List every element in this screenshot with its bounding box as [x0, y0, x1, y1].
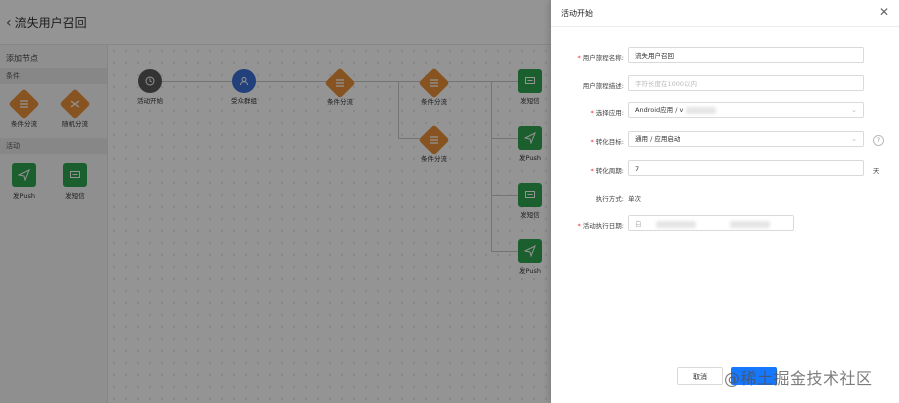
date-text: 白	[635, 220, 642, 228]
drawer-title: 活动开始	[561, 9, 593, 18]
field-label-goal: * 转化目标:	[591, 136, 624, 146]
select-text: Android应用 / v	[635, 106, 684, 114]
app-select-value: Android应用 / v	[635, 102, 717, 118]
label-text: 转化周期:	[595, 167, 624, 175]
required-mark: *	[590, 167, 594, 175]
redacted-text	[686, 106, 717, 114]
field-label-desc: 用户旅程描述:	[582, 82, 624, 90]
select-text: 通用 / 应用启动	[635, 135, 681, 143]
label-text: 用户旅程名称:	[582, 54, 624, 62]
field-label-app: * 选择应用:	[591, 107, 624, 117]
journey-name-input[interactable]: 流失用户召回	[628, 47, 864, 63]
required-mark: *	[590, 138, 594, 146]
field-label-name: * 用户旅程名称:	[578, 52, 624, 62]
redacted-text	[655, 220, 696, 228]
watermark: @稀土掘金技术社区	[724, 369, 873, 388]
period-unit: 天	[873, 167, 880, 175]
conversion-goal-select[interactable]: 通用 / 应用启动 ⌄	[628, 131, 864, 147]
conversion-period-input[interactable]: 7	[628, 160, 864, 176]
redacted-text	[729, 220, 770, 228]
required-mark: *	[590, 109, 594, 117]
field-label-mode: 执行方式:	[595, 195, 624, 203]
execution-date-picker[interactable]: 白	[628, 215, 794, 231]
drawer-header: 活动开始 ✕	[551, 0, 899, 27]
field-label-period: * 转化周期:	[591, 165, 624, 175]
field-label-date: * 活动执行日期:	[578, 220, 624, 230]
close-icon[interactable]: ✕	[879, 5, 889, 19]
label-text: 活动执行日期:	[582, 222, 624, 230]
cancel-button[interactable]: 取消	[677, 367, 723, 385]
label-text: 选择应用:	[595, 109, 624, 117]
help-icon[interactable]: ?	[873, 135, 884, 146]
required-mark: *	[577, 54, 581, 62]
chevron-down-icon: ⌄	[851, 106, 857, 114]
chevron-down-icon: ⌄	[851, 135, 857, 143]
required-mark: *	[577, 222, 581, 230]
modal-overlay[interactable]	[0, 0, 551, 403]
node-settings-drawer: 活动开始 ✕ * 用户旅程名称: 流失用户召回 用户旅程描述: 字符长度在1000…	[551, 0, 899, 403]
journey-description-textarea[interactable]: 字符长度在1000以内	[628, 75, 864, 91]
app-select[interactable]: Android应用 / v ⌄	[628, 102, 864, 118]
execution-mode-value: 单次	[628, 195, 641, 203]
label-text: 转化目标:	[595, 138, 624, 146]
